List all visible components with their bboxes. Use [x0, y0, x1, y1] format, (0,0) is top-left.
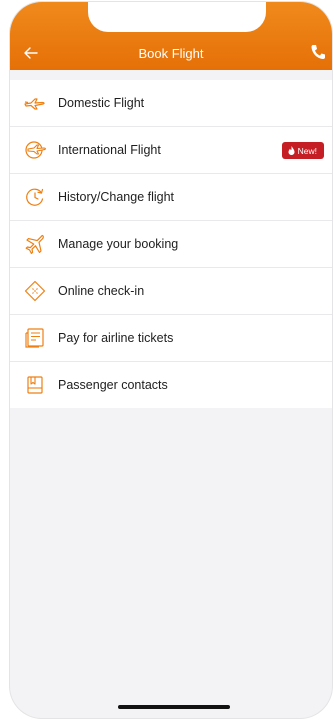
menu-item-label: History/Change flight — [58, 190, 175, 204]
menu-item-label: Domestic Flight — [58, 96, 145, 110]
menu-item-label: International Flight — [58, 143, 161, 157]
menu-item-history-change-flight[interactable]: History/Change flight — [10, 174, 332, 221]
clock-history-icon — [22, 184, 48, 210]
globe-plane-icon — [22, 137, 48, 163]
ticket-icon — [22, 278, 48, 304]
menu-item-pay-airline-tickets[interactable]: Pay for airline tickets — [10, 315, 332, 362]
app-header: Book Flight — [10, 2, 332, 70]
menu-item-online-check-in[interactable]: Online check-in — [10, 268, 332, 315]
device-notch — [88, 2, 266, 32]
new-badge: New! — [281, 142, 324, 159]
home-indicator[interactable] — [118, 705, 230, 709]
menu-item-label: Passenger contacts — [58, 378, 168, 392]
menu-item-label: Manage your booking — [58, 237, 179, 251]
flight-menu-list: Domestic Flight International Flight New… — [10, 80, 332, 408]
menu-item-passenger-contacts[interactable]: Passenger contacts — [10, 362, 332, 408]
airplane-icon — [22, 231, 48, 257]
menu-item-label: Online check-in — [58, 284, 145, 298]
phone-frame: Book Flight Domestic Flight Internationa… — [10, 2, 332, 718]
domestic-plane-icon — [22, 90, 48, 116]
menu-item-domestic-flight[interactable]: Domestic Flight — [10, 80, 332, 127]
flame-icon — [288, 146, 295, 155]
menu-item-label: Pay for airline tickets — [58, 331, 174, 345]
menu-item-manage-booking[interactable]: Manage your booking — [10, 221, 332, 268]
phone-call-icon[interactable] — [308, 42, 328, 62]
page-title: Book Flight — [138, 46, 204, 61]
menu-item-international-flight[interactable]: International Flight New! — [10, 127, 332, 174]
badge-label: New! — [297, 145, 317, 156]
bill-icon — [22, 325, 48, 351]
contact-book-icon — [22, 372, 48, 398]
